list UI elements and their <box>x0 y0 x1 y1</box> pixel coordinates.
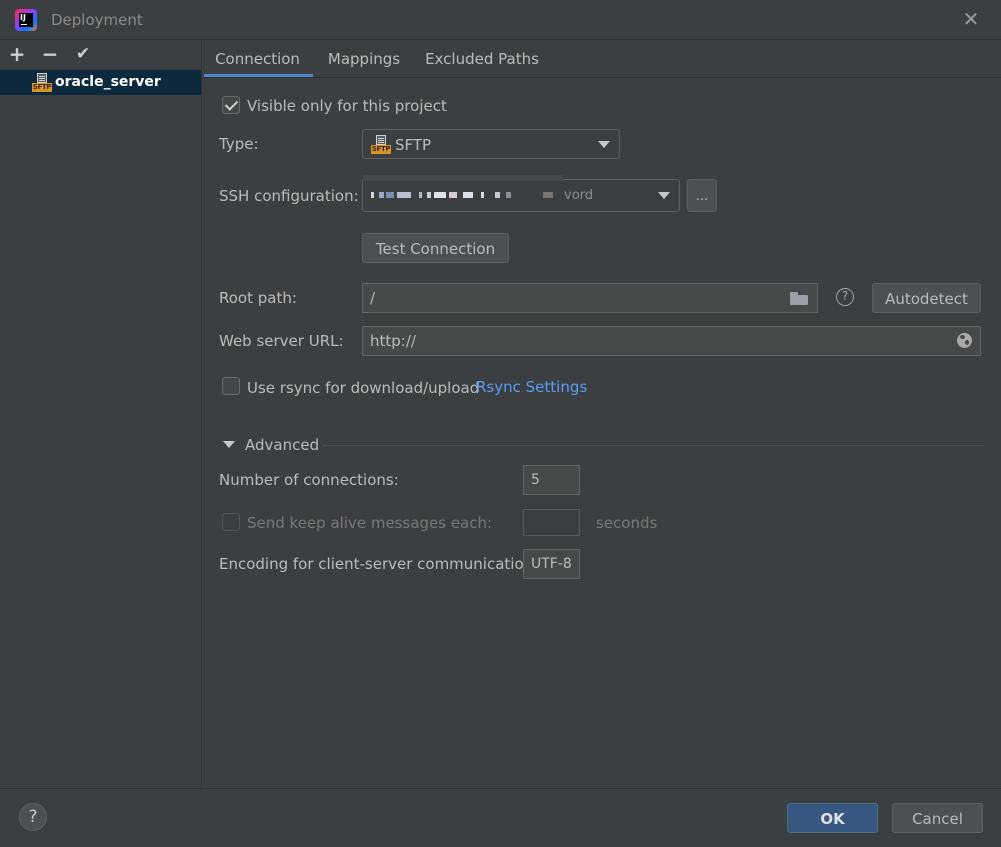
check-icon[interactable]: ✔ <box>72 42 94 66</box>
ssh-popup-edge <box>363 175 563 181</box>
window-title: Deployment <box>51 11 143 29</box>
server-list-panel: + − ✔ SFTP oracle_server <box>0 40 202 788</box>
server-item-oracle-server[interactable]: SFTP oracle_server <box>0 70 201 95</box>
tab-bar: Connection Mappings Excluded Paths <box>202 40 1001 78</box>
help-icon[interactable]: ? <box>836 288 854 306</box>
server-name: oracle_server <box>55 74 161 90</box>
chevron-down-icon <box>598 141 610 148</box>
folder-icon[interactable] <box>790 292 808 305</box>
use-rsync-checkbox[interactable] <box>222 377 240 395</box>
type-label: Type: <box>219 135 259 153</box>
root-path-label: Root path: <box>219 289 297 307</box>
globe-icon[interactable] <box>957 333 972 348</box>
redacted-ssh-host <box>371 192 561 200</box>
encoding-input[interactable]: UTF-8 <box>523 549 580 579</box>
visible-only-checkbox[interactable] <box>222 96 240 114</box>
chevron-down-icon <box>658 192 670 199</box>
help-button[interactable]: ? <box>19 803 47 831</box>
ssh-config-label: SSH configuration: <box>219 187 359 205</box>
encoding-label: Encoding for client-server communication… <box>219 555 539 573</box>
close-icon[interactable]: ✕ <box>960 8 982 30</box>
sftp-icon: SFTP <box>371 135 391 154</box>
ssh-config-more-button[interactable]: ... <box>687 179 717 212</box>
web-server-url-value: http:// <box>370 332 416 350</box>
active-tab-indicator <box>204 74 313 77</box>
keep-alive-checkbox[interactable] <box>222 513 240 531</box>
autodetect-button[interactable]: Autodetect <box>872 283 981 313</box>
root-path-input[interactable]: / <box>362 283 818 313</box>
remove-icon[interactable]: − <box>39 42 61 66</box>
rsync-settings-link[interactable]: Rsync Settings <box>476 378 587 396</box>
web-server-url-label: Web server URL: <box>219 332 344 350</box>
keep-alive-label: Send keep alive messages each: <box>247 514 493 532</box>
type-select[interactable]: SFTP SFTP <box>362 129 620 159</box>
visible-only-label: Visible only for this project <box>247 97 447 115</box>
expand-triangle-icon[interactable] <box>223 441 235 448</box>
server-list-toolbar: + − ✔ <box>0 40 202 69</box>
number-of-connections-input[interactable]: 5 <box>523 465 580 495</box>
intellij-app-icon: IJ <box>15 9 37 31</box>
ssh-config-value: vord <box>564 188 594 203</box>
tab-connection[interactable]: Connection <box>202 40 313 78</box>
test-connection-button[interactable]: Test Connection <box>362 233 509 263</box>
keep-alive-input[interactable] <box>523 509 580 536</box>
keep-alive-unit: seconds <box>596 514 658 532</box>
tab-excluded-paths[interactable]: Excluded Paths <box>420 40 544 78</box>
tab-mappings[interactable]: Mappings <box>320 40 408 78</box>
ok-button[interactable]: OK <box>787 803 878 833</box>
advanced-separator <box>322 445 984 446</box>
advanced-section-title[interactable]: Advanced <box>245 436 319 454</box>
add-icon[interactable]: + <box>6 42 28 66</box>
sftp-server-icon: SFTP <box>32 73 52 92</box>
number-of-connections-value: 5 <box>531 472 540 488</box>
type-value: SFTP <box>395 136 432 154</box>
root-path-value: / <box>370 289 376 307</box>
title-bar: IJ Deployment ✕ <box>0 0 1001 40</box>
web-server-url-input[interactable]: http:// <box>362 326 981 356</box>
number-of-connections-label: Number of connections: <box>219 471 399 489</box>
use-rsync-label: Use rsync for download/upload <box>247 379 480 397</box>
ssh-config-select[interactable]: vord <box>362 175 680 212</box>
cancel-button[interactable]: Cancel <box>892 803 983 833</box>
encoding-value: UTF-8 <box>531 556 572 572</box>
